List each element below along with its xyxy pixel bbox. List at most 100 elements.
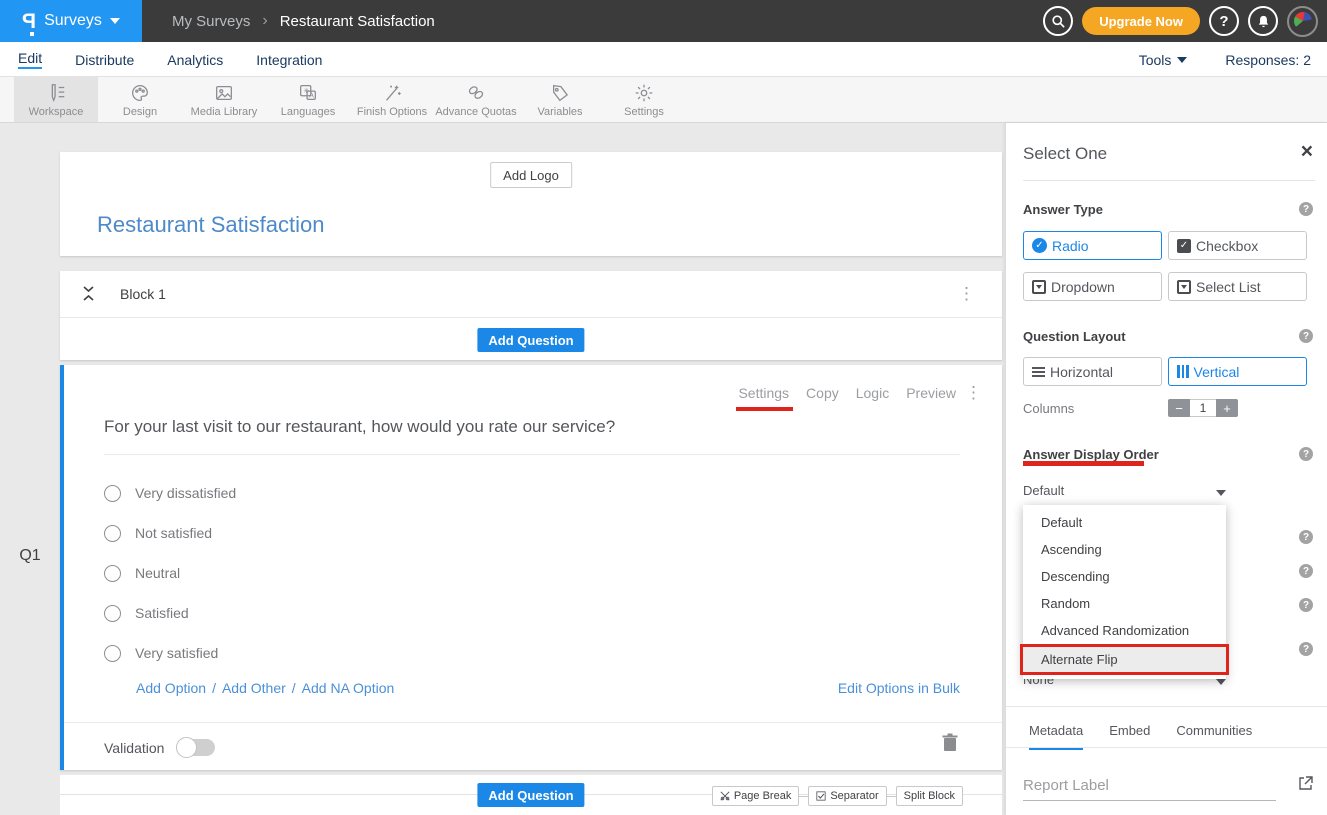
toolbar-item-finish-options[interactable]: Finish Options [350,77,434,122]
upgrade-now-button[interactable]: Upgrade Now [1082,7,1200,35]
block-menu-button[interactable]: ⋮ [958,284,976,304]
select-list-icon [1177,280,1191,294]
hidden-setting-help-icon[interactable]: ? [1299,530,1313,544]
help-button[interactable]: ? [1209,6,1239,36]
toolbar-label: Settings [624,106,664,118]
workspace-icon [44,82,68,104]
horizontal-lines-icon [1032,367,1045,377]
toolbar-item-media-library[interactable]: Media Library [182,77,266,122]
tab-distribute[interactable]: Distribute [75,52,134,68]
question-tab-settings[interactable]: Settings [738,385,789,401]
answer-type-select-list-button[interactable]: Select List [1168,272,1307,301]
split-block-button[interactable]: Split Block [896,786,963,806]
survey-title[interactable]: Restaurant Satisfaction [97,212,324,238]
hidden-setting-help-icon[interactable]: ? [1299,564,1313,578]
columns-decrease-button[interactable]: − [1168,399,1190,417]
question-text[interactable]: For your last visit to our restaurant, h… [104,417,615,437]
search-button[interactable] [1043,6,1073,36]
add-option-link[interactable]: Add Option [136,680,206,696]
add-logo-button[interactable]: Add Logo [490,162,572,188]
menu-item-alternate-flip[interactable]: Alternate Flip [1020,644,1229,675]
columns-increase-button[interactable]: + [1216,399,1238,417]
option-label[interactable]: Very satisfied [135,645,218,661]
menu-item-random[interactable]: Random [1023,590,1226,617]
account-avatar[interactable] [1287,6,1318,37]
tab-metadata[interactable]: Metadata [1029,723,1083,750]
option-label[interactable]: Very dissatisfied [135,485,236,501]
layout-vertical-button[interactable]: Vertical [1168,357,1307,386]
separator-button[interactable]: Separator [808,786,886,806]
divider [1023,180,1315,181]
toolbar-items: Workspace Design Media Library ✳A Langua… [14,77,686,122]
block-header: Block 1 ⋮ [60,271,1002,318]
answer-type-radio-button[interactable]: ✓ Radio [1023,231,1162,260]
answer-type-help-icon[interactable]: ? [1299,202,1313,216]
notifications-button[interactable] [1248,6,1278,36]
close-panel-button[interactable]: × [1301,141,1313,162]
layout-option-label: Vertical [1194,364,1240,380]
panel-tabs: Metadata Embed Communities [1029,723,1252,750]
validation-toggle[interactable] [178,739,215,756]
block-title[interactable]: Block 1 [120,286,166,302]
collapse-block-icon[interactable] [82,285,95,307]
menu-item-descending[interactable]: Descending [1023,563,1226,590]
tab-integration[interactable]: Integration [256,52,322,68]
answer-type-dropdown-button[interactable]: Dropdown [1023,272,1162,301]
add-other-link[interactable]: Add Other [222,680,286,696]
radio-button[interactable] [104,605,121,622]
menu-item-ascending[interactable]: Ascending [1023,536,1226,563]
question-tab-preview[interactable]: Preview [906,385,956,401]
question-layout-help-icon[interactable]: ? [1299,329,1313,343]
question-settings-panel: Select One × Answer Type ? ✓ Radio ✓ Che… [1005,123,1327,815]
toolbar-item-variables[interactable]: Variables [518,77,602,122]
toolbar-item-settings[interactable]: Settings [602,77,686,122]
toolbar-item-languages[interactable]: ✳A Languages [266,77,350,122]
toolbar-item-workspace[interactable]: Workspace [14,77,98,122]
tab-embed[interactable]: Embed [1109,723,1150,750]
add-question-button[interactable]: Add Question [477,328,584,352]
radio-button[interactable] [104,525,121,542]
option-label[interactable]: Satisfied [135,605,189,621]
add-question-button[interactable]: Add Question [477,783,584,807]
answer-display-order-help-icon[interactable]: ? [1299,447,1313,461]
expand-report-label-button[interactable] [1298,776,1313,796]
toolbar-item-design[interactable]: Design [98,77,182,122]
answer-display-order-red-annotation [1023,461,1144,466]
add-na-option-link[interactable]: Add NA Option [302,680,395,696]
toolbar-item-advance-quotas[interactable]: Advance Quotas [434,77,518,122]
tab-edit[interactable]: Edit [18,50,42,69]
columns-value[interactable]: 1 [1190,399,1216,417]
radio-button[interactable] [104,645,121,662]
block-card: Block 1 ⋮ Add Question [60,271,1002,360]
report-label-input[interactable] [1023,773,1276,801]
question-tab-logic[interactable]: Logic [856,385,889,401]
tools-menu[interactable]: Tools [1139,52,1188,68]
answer-display-order-select[interactable]: Default [1023,483,1231,505]
menu-item-default[interactable]: Default [1023,509,1226,536]
survey-canvas: Q1 Add Logo Restaurant Satisfaction Bloc… [0,123,1005,815]
option-label[interactable]: Neutral [135,565,180,581]
radio-button[interactable] [104,565,121,582]
answer-type-checkbox-button[interactable]: ✓ Checkbox [1168,231,1307,260]
delete-question-button[interactable] [942,733,958,757]
tab-analytics[interactable]: Analytics [167,52,223,68]
question-tab-copy[interactable]: Copy [806,385,839,401]
tab-communities[interactable]: Communities [1176,723,1252,750]
responses-count[interactable]: Responses: 2 [1225,52,1311,68]
layout-horizontal-button[interactable]: Horizontal [1023,357,1162,386]
answer-display-order-label: Answer Display Order [1023,447,1159,462]
radio-button[interactable] [104,485,121,502]
question-menu-button[interactable]: ⋮ [965,383,982,403]
page-break-button[interactable]: Page Break [712,786,799,806]
menu-item-advanced-randomization[interactable]: Advanced Randomization [1023,617,1226,644]
hidden-setting-help-icon[interactable]: ? [1299,598,1313,612]
breadcrumb-my-surveys[interactable]: My Surveys [172,13,250,30]
option-label[interactable]: Not satisfied [135,525,212,541]
product-menu[interactable]: P Surveys [0,0,142,42]
hidden-setting-help-icon[interactable]: ? [1299,642,1313,656]
layout-option-label: Horizontal [1050,364,1113,380]
edit-options-in-bulk-link[interactable]: Edit Options in Bulk [838,680,960,696]
question-layout-label: Question Layout [1023,329,1126,344]
breadcrumb-separator-icon: › [262,12,267,30]
toolbar-label: Design [123,106,157,118]
